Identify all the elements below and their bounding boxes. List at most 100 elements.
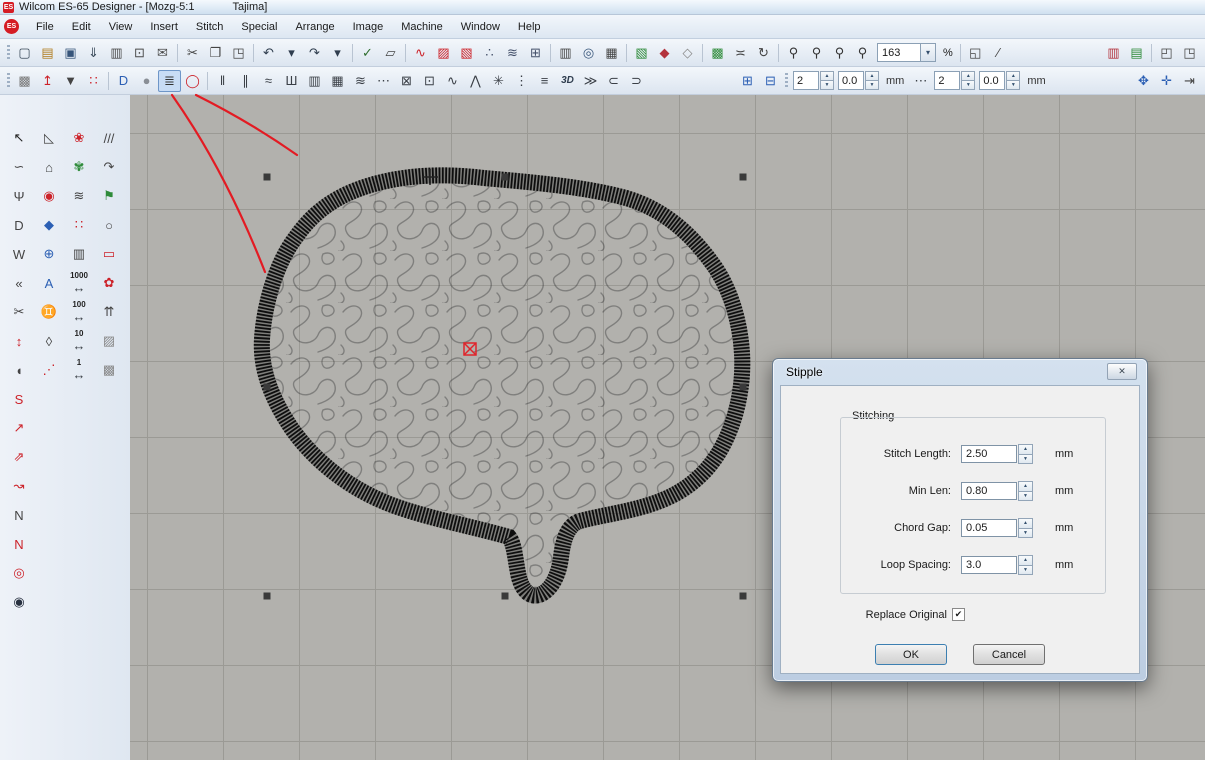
generate-stitches-icon[interactable]: ✓ [356, 42, 379, 64]
select-object-icon[interactable]: ▱ [379, 42, 402, 64]
menu-window[interactable]: Window [452, 18, 509, 36]
pattern-fill-tool[interactable]: ▩ [96, 357, 122, 383]
fan-tool[interactable]: ◖ [6, 357, 32, 383]
app-menu-icon[interactable]: ES [4, 19, 19, 34]
drop-shadow-icon[interactable]: D [112, 70, 135, 92]
dialog-titlebar[interactable]: Stipple ✕ [773, 359, 1147, 385]
run-stitch-type-icon[interactable]: ∿ [409, 42, 432, 64]
zigzag-stitch-icon[interactable]: ≈ [257, 70, 280, 92]
step-100-tool[interactable]: 100 ↔ [66, 299, 92, 325]
show-bitmap-icon[interactable]: ▧ [630, 42, 653, 64]
column-digitize-icon[interactable]: ▥ [554, 42, 577, 64]
gray-fill-tool[interactable]: ▨ [96, 328, 122, 354]
select-tool[interactable]: ↖ [6, 125, 32, 151]
spin-down-button[interactable]: ▼ [961, 81, 975, 90]
spin-down-button[interactable]: ▼ [820, 81, 834, 90]
menu-edit[interactable]: Edit [63, 18, 100, 36]
dot-object-icon[interactable]: ● [135, 70, 158, 92]
zoom-value-input[interactable]: 163 [877, 43, 921, 62]
undo-icon[interactable]: ↶ [257, 42, 280, 64]
spin-up-button[interactable]: ▲ [1018, 444, 1033, 455]
embroidery-design-brain[interactable] [262, 175, 743, 595]
tatami-stitch-type-icon[interactable]: ▧ [455, 42, 478, 64]
fabric-display-icon[interactable]: ▩ [13, 70, 36, 92]
pan-tool-icon[interactable]: ✥ [1132, 70, 1155, 92]
stitch-arrow-tool[interactable]: ⇗ [6, 444, 32, 470]
dotted-run-tool[interactable]: ⋰ [36, 357, 62, 383]
step-1000-tool[interactable]: 1000 ↔ [66, 270, 92, 296]
menu-image[interactable]: Image [344, 18, 393, 36]
morph-left-icon[interactable]: ⊂ [602, 70, 625, 92]
cross-stitch-icon[interactable]: ⊞ [524, 42, 547, 64]
export-machine-file-icon[interactable]: ⇓ [82, 42, 105, 64]
menu-machine[interactable]: Machine [392, 18, 452, 36]
pair-tool[interactable]: ♊ [36, 299, 62, 325]
scatter-icon[interactable]: ∷ [82, 70, 105, 92]
globe-tool[interactable]: ⊕ [36, 241, 62, 267]
trapezoid-tool[interactable]: ◊ [36, 328, 62, 354]
zigzag-w-tool[interactable]: W [6, 241, 32, 267]
gradient-fill-icon[interactable]: ⋮ [510, 70, 533, 92]
chevron-tool[interactable]: « [6, 270, 32, 296]
lettering-tool[interactable]: A [36, 270, 62, 296]
polygon-select-tool[interactable]: ◺ [36, 125, 62, 151]
ellipse-tool[interactable]: ○ [96, 212, 122, 238]
blue-shape-tool[interactable]: ◆ [36, 212, 62, 238]
redo-dropdown-icon[interactable]: ▾ [326, 42, 349, 64]
previous-design-icon[interactable]: ◰ [1155, 42, 1178, 64]
spin-up-button[interactable]: ▲ [820, 71, 834, 81]
grid-toggle-icon[interactable]: ▦ [600, 42, 623, 64]
thread-colors-icon[interactable]: ▩ [706, 42, 729, 64]
density-adjust-icon[interactable]: ▼ [59, 70, 82, 92]
freehand-tool[interactable]: ∽ [6, 154, 32, 180]
zigzag-run-tool[interactable]: ≋ [66, 183, 92, 209]
redo-icon[interactable]: ↷ [303, 42, 326, 64]
arc-tool[interactable]: ↷ [96, 154, 122, 180]
send-to-machine-icon[interactable]: ✉ [151, 42, 174, 64]
pattern-fill-icon[interactable]: ▦ [326, 70, 349, 92]
3d-effect-icon[interactable]: 3D [556, 70, 579, 92]
color-object-list-icon[interactable]: ▥ [1102, 42, 1125, 64]
pattern-layout-b-icon[interactable]: ⊟ [759, 70, 782, 92]
menu-insert[interactable]: Insert [141, 18, 187, 36]
spin-up-button[interactable]: ▲ [961, 71, 975, 81]
offset-distance-input[interactable]: 0.0 [838, 71, 864, 90]
cancel-button[interactable]: Cancel [973, 644, 1045, 665]
dialog-close-button[interactable]: ✕ [1107, 363, 1137, 380]
satin-raised-icon[interactable]: ∥ [234, 70, 257, 92]
motif-fill-icon[interactable]: ∴ [478, 42, 501, 64]
node-red-tool[interactable]: N [6, 531, 32, 557]
branch-tool[interactable]: Ψ [6, 183, 32, 209]
letter-d-tool[interactable]: D [6, 212, 32, 238]
scissors-tool[interactable]: ✂ [6, 299, 32, 325]
print-icon[interactable]: ▥ [105, 42, 128, 64]
e-stitch-icon[interactable]: Ш [280, 70, 303, 92]
zoom-previous-icon[interactable]: ⚲ [782, 42, 805, 64]
spin-up-button[interactable]: ▲ [1018, 555, 1033, 566]
texture-icon[interactable]: ✳ [487, 70, 510, 92]
slow-redraw-icon[interactable]: ↻ [752, 42, 775, 64]
contour-fill-icon[interactable]: ≋ [501, 42, 524, 64]
next-design-icon[interactable]: ◳ [1178, 42, 1201, 64]
offset-count-input[interactable]: 2 [793, 71, 819, 90]
replace-original-checkbox[interactable]: ✔ [952, 608, 965, 621]
stipple-run-icon[interactable]: ≣ [158, 70, 181, 92]
morph-right-icon[interactable]: ⊃ [625, 70, 648, 92]
dim-image-icon[interactable]: ◇ [676, 42, 699, 64]
satin-column-icon[interactable]: ‖ [211, 70, 234, 92]
rectangle-tool[interactable]: ▭ [96, 241, 122, 267]
stitch-player-icon[interactable]: ≍ [729, 42, 752, 64]
outline-distance-input[interactable]: 0.0 [979, 71, 1005, 90]
zoom-box-icon[interactable]: ✛ [1155, 70, 1178, 92]
spin-up-button[interactable]: ▲ [1018, 518, 1033, 529]
travel-icon[interactable]: ⇥ [1178, 70, 1201, 92]
target-digitize-tool[interactable]: ◉ [36, 183, 62, 209]
stitch-up-tool[interactable]: ↗ [6, 415, 32, 441]
hoop-icon[interactable]: ◎ [577, 42, 600, 64]
spin-down-button[interactable]: ▼ [865, 81, 879, 90]
design-properties-icon[interactable]: ▤ [1125, 42, 1148, 64]
needle-point-icon[interactable]: ↥ [36, 70, 59, 92]
menu-file[interactable]: File [27, 18, 63, 36]
zoom-to-fit-icon[interactable]: ⚲ [851, 42, 874, 64]
zoom-in-icon[interactable]: ⚲ [805, 42, 828, 64]
